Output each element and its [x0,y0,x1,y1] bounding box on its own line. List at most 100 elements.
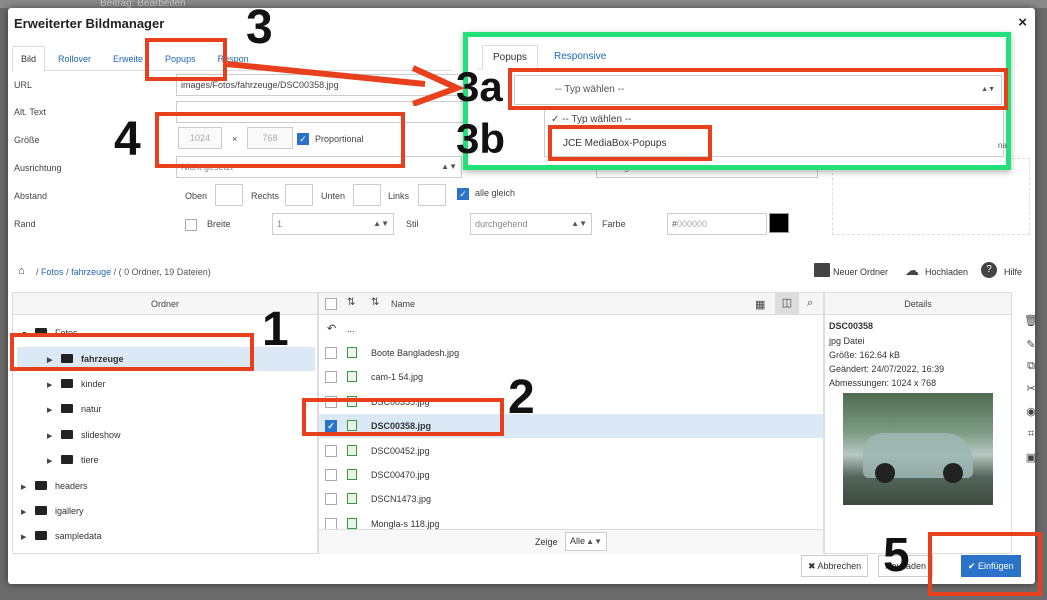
parent-label: ... [347,324,355,334]
show-select[interactable]: Alle ▲▼ [565,532,607,551]
file-row[interactable]: DSC00470.jpg [319,463,823,487]
file-name: cam-1 54.jpg [371,372,424,383]
trash-icon[interactable]: 🗑 [1024,314,1038,328]
annotation-3b: 3b [456,115,506,162]
folder-item[interactable]: ▶ headers [13,474,313,498]
folder-name: tiere [81,455,99,465]
image-file-icon [347,517,357,529]
detail-size: Größe: 162.64 kB [829,350,901,360]
file-checkbox[interactable] [325,517,337,530]
upload-icon[interactable]: ☁ [905,262,919,279]
alt-text-label: Alt. Text [14,107,46,117]
file-checkbox[interactable] [325,493,337,506]
bottom-label: Unten [321,191,346,201]
check-icon: ✓ [551,114,563,125]
file-checkbox[interactable] [325,347,337,359]
help-icon[interactable]: ? [981,262,997,278]
folder-item[interactable]: ▶ natur [13,397,313,421]
border-width-value: 1 [277,219,283,229]
file-row[interactable]: DSCN1473.jpg [319,487,823,511]
annotation-box-5 [928,532,1042,596]
chevron-right-icon[interactable]: ▶ [21,476,35,500]
folder-item[interactable]: ▶ igallery [13,499,313,523]
style-select[interactable]: durchgehend ▲▼ [470,213,592,235]
close-icon[interactable]: × [1018,14,1027,31]
all-equal-label: alle gleich [475,188,516,198]
edit-icon[interactable]: ✎ [1024,338,1038,352]
cancel-button[interactable]: ✖ Abbrechen [801,555,869,577]
dialog-title: Erweiterter Bildmanager [14,16,165,31]
chevron-right-icon[interactable]: ▶ [47,450,61,474]
crop-icon[interactable]: ⌗ [1024,428,1038,442]
split-view-icon[interactable]: ◫ [775,293,799,314]
style-value: durchgehend [475,219,528,229]
top-field[interactable] [215,184,243,206]
home-icon[interactable]: ⌂ [18,265,25,277]
file-name: DSC00470.jpg [371,470,430,480]
file-checkbox[interactable] [325,371,337,384]
chevron-right-icon[interactable]: ▶ [21,526,35,550]
name-column-header[interactable]: Name [391,299,415,309]
border-checkbox[interactable] [185,219,197,231]
all-equal-checkbox[interactable]: ✓ [457,188,469,200]
image-icon[interactable]: ▣ [1024,451,1038,465]
select-arrow-icon: ▲▼ [586,537,602,546]
chevron-right-icon[interactable]: ▶ [21,501,35,525]
new-folder-button[interactable]: Neuer Ordner [833,267,888,277]
folder-icon [61,430,73,440]
select-arrow-icon: ▲▼ [571,219,587,228]
border-width-select[interactable]: 1 ▲▼ [272,213,394,235]
chevron-right-icon[interactable]: ▶ [47,399,61,423]
folder-item[interactable]: ▶ sampledata [13,524,313,548]
tab-bild[interactable]: Bild [12,46,46,72]
color-field[interactable]: #000000 [667,213,767,235]
folder-name: headers [55,481,88,491]
option-placeholder[interactable]: ✓ -- Typ wählen -- [551,114,631,125]
select-arrow-icon: ▲▼ [373,219,389,228]
breadcrumb-fahrzeuge[interactable]: fahrzeuge [71,267,111,277]
sort-asc-icon[interactable]: ⇅ [347,297,355,308]
tab-responsive-link[interactable]: Responsive [554,45,606,70]
breadcrumb-fotos[interactable]: Fotos [41,267,64,277]
new-folder-icon[interactable] [814,263,830,277]
view-icon[interactable]: ◉ [1024,405,1038,419]
breadcrumb-sep: / [113,267,117,277]
file-row[interactable]: Boote Bangladesh.jpg [319,341,823,365]
file-checkbox[interactable] [325,444,337,457]
image-file-icon [347,493,357,505]
parent-folder-row[interactable]: ↶ ... [319,317,823,341]
detail-name: DSC00358 [829,321,874,331]
bottom-field[interactable] [353,184,381,206]
spacing-label: Abstand [14,191,48,201]
upload-button[interactable]: Hochladen [925,267,968,277]
sort-desc-icon[interactable]: ⇅ [371,297,379,308]
file-row[interactable]: cam-1 54.jpg [319,365,823,389]
help-button[interactable]: Hilfe [1004,267,1022,277]
folder-item[interactable]: ▶ tiere [13,448,313,472]
side-text: na [998,141,1007,150]
search-icon[interactable]: ⌕ [807,297,813,310]
file-row[interactable]: DSC00452.jpg [319,439,823,463]
folder-item[interactable]: ▶ kinder [13,372,313,396]
annotation-box-1 [10,333,254,371]
left-field[interactable] [418,184,446,206]
image-file-icon [347,347,357,358]
annotation-box-4 [155,112,405,168]
image-file-icon [347,444,357,456]
option-placeholder-label: -- Typ wählen -- [562,114,632,125]
chevron-right-icon[interactable]: ▶ [47,374,61,398]
select-all-checkbox[interactable] [325,298,337,310]
tab-rollover[interactable]: Rollover [49,46,100,71]
image-file-icon [347,469,357,480]
annotation-box-3 [145,38,227,81]
right-field[interactable] [285,184,313,206]
annotation-box-3b [548,125,712,161]
color-swatch[interactable] [769,213,789,233]
folder-name: sampledata [55,531,102,541]
file-checkbox[interactable] [325,469,337,481]
copy-icon[interactable]: ⧉ [1024,360,1038,374]
cut-icon[interactable]: ✂ [1024,382,1038,396]
chevron-right-icon[interactable]: ▶ [47,425,61,449]
folder-item[interactable]: ▶ slideshow [13,423,313,447]
grid-view-icon[interactable]: ▦ [755,298,765,311]
